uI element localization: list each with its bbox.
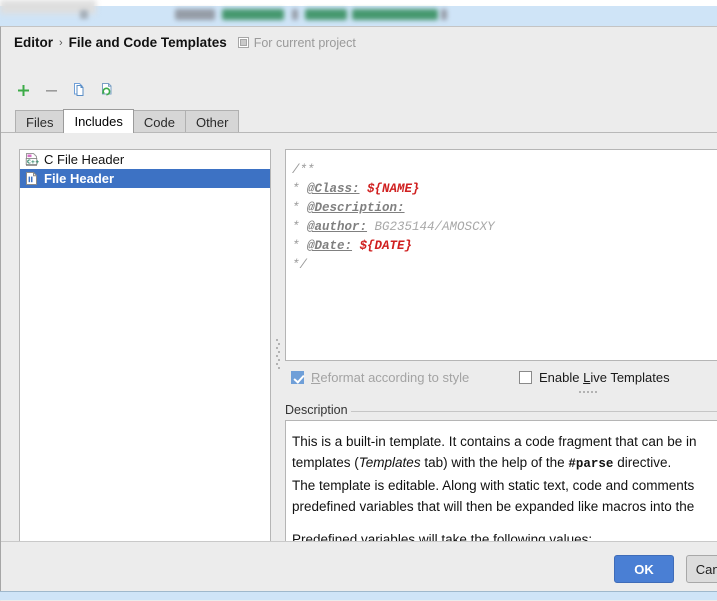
reset-button[interactable] [95,79,119,101]
svg-text:C++: C++ [27,160,39,166]
code-token: /** [292,163,315,177]
code-line: * @author: BG235144/AMOSCXY [292,218,717,237]
reset-icon [99,82,115,98]
description-gap [292,517,717,529]
code-token: @author: [307,220,368,234]
code-token: * [292,220,308,234]
tab-files[interactable]: Files [15,110,65,133]
background-editor-strip [0,0,717,26]
mnemonic-letter: R [311,370,321,385]
scope-note: For current project [237,35,356,50]
templates-toolbar [11,79,119,101]
checkbox-box [291,371,304,384]
screen: Editor › File and Code Templates For cur… [0,0,717,601]
code-line: /** [292,161,717,180]
tab-other[interactable]: Other [184,110,240,133]
breadcrumb-separator: › [59,36,63,49]
checkbox-box [519,371,532,384]
file-icon [24,171,39,186]
background-line-number-blur [80,10,88,19]
code-token: * [292,239,308,253]
list-item[interactable]: File Header [20,169,270,188]
description-panel: This is a built-in template. It contains… [285,420,717,555]
breadcrumb: Editor › File and Code Templates For cur… [14,35,356,50]
background-token-blur [222,9,284,20]
code-line: * @Date: ${DATE} [292,237,717,256]
live-templates-checkbox-label: Enable Live Templates [539,370,670,385]
code-line: * @Description: [292,199,717,218]
code-token: @Description: [307,201,405,215]
reformat-checkbox[interactable]: Reformat according to style [291,370,469,385]
ok-button[interactable]: OK [614,555,674,583]
label-rest: eformat according to style [320,370,470,385]
code-token: @Date: [307,239,353,253]
tab-includes[interactable]: Includes [63,109,134,133]
background-token-blur [352,9,438,20]
desc-part: templates ( [292,455,359,470]
description-text: This is a built-in template. It contains… [286,421,717,554]
code-token: ${DATE} [359,239,413,253]
plus-icon [16,83,31,98]
settings-dialog: Editor › File and Code Templates For cur… [0,26,717,601]
description-line: The template is editable. Along with sta… [292,478,695,493]
code-token: * [292,182,308,196]
code-line: * @Class: ${NAME} [292,180,717,199]
background-token-blur [441,9,447,20]
description-line: This is a built-in template. It contains… [292,434,697,449]
vertical-splitter-grip[interactable] [275,337,281,369]
description-group-line [351,411,717,412]
add-button[interactable] [11,79,35,101]
label-end: ive Templates [590,370,670,385]
reformat-checkbox-label: Reformat according to style [311,370,469,385]
editor-options: Reformat according to style Enable Live … [285,367,717,389]
template-category-tabs: Files Includes Code Other [15,109,240,133]
background-token-blur [292,9,298,20]
module-icon [237,37,249,48]
list-item[interactable]: C++ C File Header [20,150,270,169]
code-token: */ [292,258,308,272]
copy-button[interactable] [67,79,91,101]
page-title: File and Code Templates [68,35,227,50]
live-templates-checkbox[interactable]: Enable Live Templates [519,370,670,385]
desc-italic: Templates [358,455,421,470]
desc-part: directive. [613,455,672,470]
minus-icon [44,83,59,98]
template-list[interactable]: C++ C File Header File Header [19,149,271,555]
desc-part: tab) with the help of the [420,455,569,470]
copy-icon [71,82,87,98]
code-token: * [292,201,308,215]
label-start: Enable [539,370,584,385]
tab-code[interactable]: Code [132,110,186,133]
description-line: templates (Templates tab) with the help … [292,452,717,475]
background-token-blur [175,9,215,20]
code-line: */ [292,256,717,275]
horizontal-splitter-grip[interactable] [579,389,601,395]
code-token: @Class: [307,182,360,196]
background-token-blur [305,9,347,20]
remove-button[interactable] [39,79,63,101]
code-token: ${NAME} [367,182,420,196]
bottom-background-strip [0,592,717,600]
cancel-button[interactable]: Cancel [686,555,717,583]
description-line: predefined variables that will then be e… [292,499,695,514]
breadcrumb-root[interactable]: Editor [14,35,53,50]
list-item-label: File Header [44,171,115,186]
scope-note-label: For current project [253,35,356,50]
cpp-file-icon: C++ [24,152,39,167]
list-item-label: C File Header [44,152,125,167]
template-editor[interactable]: /** * @Class: ${NAME} * @Description: * … [285,149,717,361]
desc-code: #parse [568,457,614,471]
editor-content: /** * @Class: ${NAME} * @Description: * … [286,155,717,275]
description-group-title: Description [285,403,354,417]
code-token: BG235144/AMOSCXY [374,220,495,234]
